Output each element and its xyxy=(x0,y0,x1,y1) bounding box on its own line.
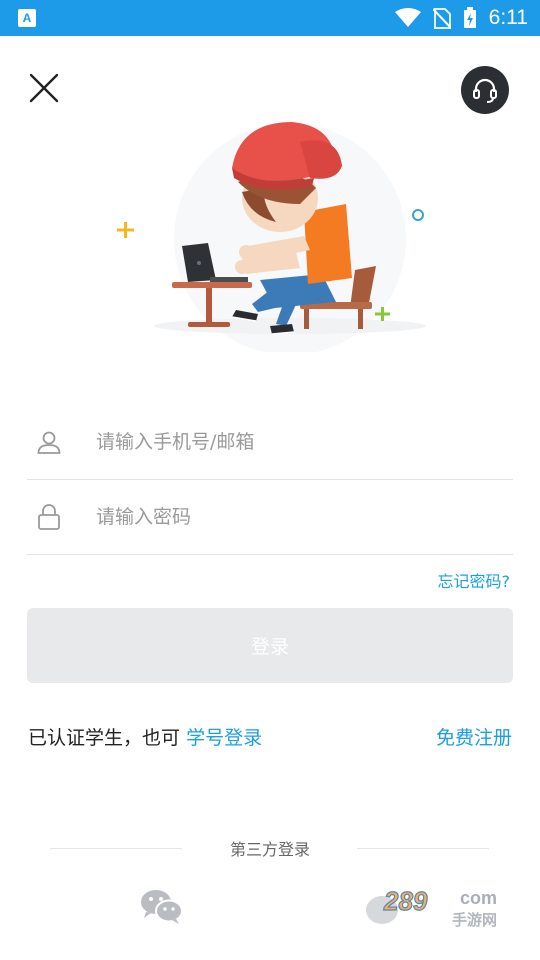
watermark-logo: 289 com 手游网 xyxy=(366,885,497,929)
close-icon xyxy=(29,73,59,103)
customer-support-button[interactable] xyxy=(461,66,509,114)
wechat-icon xyxy=(141,890,183,924)
ring-decoration xyxy=(412,209,424,221)
battery-charging-icon xyxy=(463,7,476,28)
status-indicators: 6:11 xyxy=(394,0,528,36)
clock: 6:11 xyxy=(488,6,528,29)
watermark-number: 289 xyxy=(383,886,428,916)
student-prompt-text: 已认证学生，也可 xyxy=(28,727,181,749)
password-input[interactable] xyxy=(96,505,476,528)
watermark-site-name: 手游网 xyxy=(452,911,497,929)
student-id-login-link[interactable]: 学号登录 xyxy=(186,727,262,749)
status-bar: A 6:11 xyxy=(0,0,540,36)
register-link[interactable]: 免费注册 xyxy=(436,723,512,750)
divider-line-right xyxy=(357,848,489,849)
student-login-row: 已认证学生，也可 学号登录 xyxy=(28,723,262,750)
plus-decoration-yellow xyxy=(117,222,134,238)
account-field xyxy=(27,404,513,480)
lock-icon xyxy=(27,495,71,539)
user-icon xyxy=(27,420,71,464)
hero-illustration xyxy=(117,122,426,352)
headset-icon xyxy=(473,78,497,103)
wechat-login-button[interactable] xyxy=(138,886,186,926)
phone-email-input[interactable] xyxy=(96,430,476,453)
watermark-domain: com xyxy=(460,888,497,908)
close-button[interactable] xyxy=(26,70,62,106)
wifi-icon xyxy=(394,8,421,27)
app-notification-icon: A xyxy=(18,9,36,27)
password-field xyxy=(27,479,513,555)
forgot-password-link[interactable]: 忘记密码? xyxy=(438,568,511,592)
no-sim-icon xyxy=(432,8,451,29)
login-button[interactable]: 登录 xyxy=(27,608,513,683)
third-party-divider: 第三方登录 xyxy=(0,835,540,859)
